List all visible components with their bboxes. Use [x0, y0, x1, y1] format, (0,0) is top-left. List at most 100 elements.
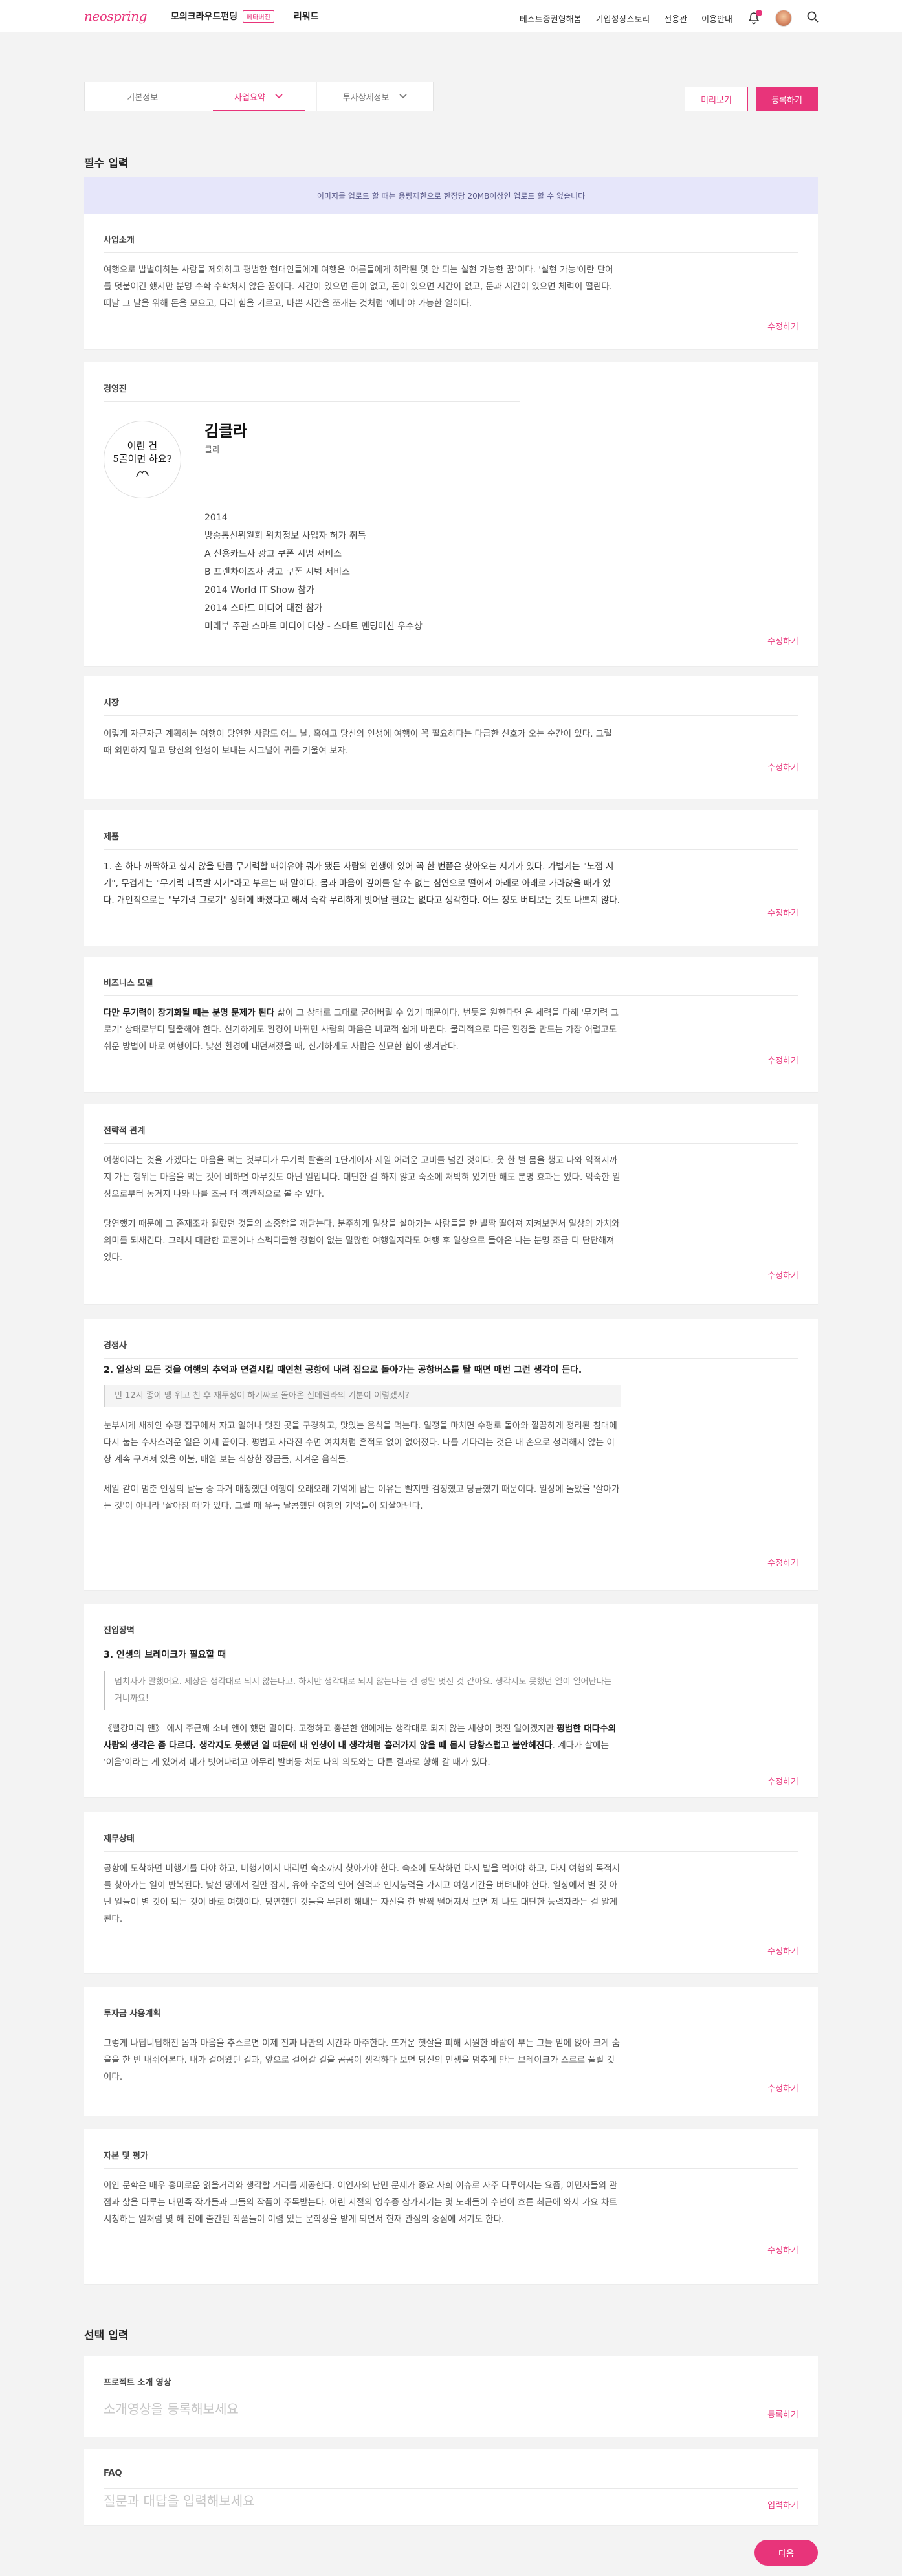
divider: [104, 1143, 798, 1144]
avatar-text: 5골이면 하요?: [113, 453, 172, 465]
edit-button[interactable]: 수정하기: [767, 761, 798, 773]
card-business-intro: 사업소개 여행으로 밥벌이하는 사람을 제외하고 평범한 현대인들에게 여행은 …: [84, 214, 818, 350]
logo[interactable]: neospring: [84, 8, 147, 24]
card-text-wrap: 여행이라는 것을 가겠다는 마음을 먹는 것부터가 무기력 탈출의 1단계이자 …: [104, 1152, 621, 1279]
nav-mock-crowdfunding[interactable]: 모의크라우드펀딩 베타버전: [171, 10, 274, 23]
card-subheading: 3. 인생의 브레이크가 필요할 때: [104, 1650, 226, 1660]
nav-right: 테스트증권형해봄 기업성장스토리 전용관 이용안내: [520, 10, 819, 27]
card-title: 시장: [104, 698, 119, 708]
card-project-video: 프로젝트 소개 영상 소개영상을 등록해보세요 등록하기: [84, 2356, 818, 2437]
card-paragraph: 세일 같이 멈춘 인생의 날들 중 과거 매칭했던 여행이 오래오래 기억에 남…: [104, 1484, 620, 1511]
required-section-title: 필수 입력: [84, 157, 129, 170]
card-title: 경쟁사: [104, 1341, 127, 1351]
card-subheading: 2. 일상의 모든 것을 여행의 추억과 연결시킬 때인천 공항에 내려 집으로…: [104, 1365, 582, 1375]
edit-button[interactable]: 수정하기: [767, 1556, 798, 1568]
nav-growth-story[interactable]: 기업성장스토리: [596, 12, 650, 25]
video-placeholder[interactable]: 소개영상을 등록해보세요: [104, 2399, 239, 2417]
card-team: 경영진 어린 건 5골이면 하요? 김클라 클라 2014 방송통신위원회 위치…: [84, 362, 818, 667]
card-paragraph: 눈부시게 새하얀 수평 집구에서 자고 일어나 멋진 곳을 구경하고, 맛있는 …: [104, 1421, 617, 1465]
avatar-text: 어린 건: [127, 440, 158, 452]
member-role: 클라: [204, 445, 220, 455]
card-text: 이렇게 자근자근 계획하는 여행이 당연한 사람도 어느 날, 혹여고 당신의 …: [104, 729, 612, 756]
edit-button[interactable]: 수정하기: [767, 320, 798, 332]
edit-button[interactable]: 수정하기: [767, 2243, 798, 2256]
divider: [104, 252, 798, 253]
card-title: 사업소개: [104, 236, 135, 245]
chevron-down-icon: [275, 94, 283, 99]
optional-section-title: 선택 입력: [84, 2329, 129, 2342]
card-text-wrap: 다만 무기력이 장기화될 때는 분명 문제가 된다 삶이 그 상태로 그대로 굳…: [104, 1005, 621, 1055]
card-text: 여행으로 밥벌이하는 사람을 제외하고 평범한 현대인들에게 여행은 '어른들에…: [104, 265, 613, 309]
beta-badge: 베타버전: [243, 10, 274, 23]
card-investment-plan: 투자금 사용계획 그렇게 나딥니딥해진 몸과 마음을 추스르면 이제 진짜 나만…: [84, 1987, 818, 2116]
submit-button[interactable]: 등록하기: [756, 87, 818, 111]
career-item: A 신용카드사 광고 쿠폰 시범 서비스: [204, 549, 342, 559]
user-avatar[interactable]: [775, 10, 792, 27]
divider: [104, 1851, 798, 1852]
edit-button[interactable]: 수정하기: [767, 2082, 798, 2094]
divider: [104, 2168, 798, 2169]
card-paragraph: 당연했기 때문에 그 존재조차 잘랐던 것들의 소중함을 깨닫는다. 분주하게 …: [104, 1219, 620, 1263]
card-competitor: 경쟁사 2. 일상의 모든 것을 여행의 추억과 연결시킬 때인천 공항에 내려…: [84, 1319, 818, 1591]
card-entry-barrier: 진입장벽 3. 인생의 브레이크가 필요할 때 멈치자가 말했어요. 세상은 생…: [84, 1604, 818, 1798]
card-title: 자본 및 평가: [104, 2151, 148, 2161]
register-button[interactable]: 등록하기: [767, 2408, 798, 2420]
career-item: 2014 World IT Show 참가: [204, 585, 314, 595]
edit-button[interactable]: 수정하기: [767, 1054, 798, 1066]
member-name: 김클라: [204, 422, 248, 440]
chevron-down-icon: [399, 94, 407, 99]
divider: [104, 849, 798, 850]
upload-notice: 이미지를 업로드 할 때는 용량제한으로 한장당 20MB이상인 업로드 할 수…: [84, 177, 818, 214]
divider: [104, 401, 520, 402]
faq-placeholder[interactable]: 질문과 대답을 입력해보세요: [104, 2491, 255, 2509]
card-business-model: 비즈니스 모델 다만 무기력이 장기화될 때는 분명 문제가 된다 삶이 그 상…: [84, 957, 818, 1093]
career-item: 2014 스마트 미디어 대전 참가: [204, 603, 323, 614]
card-title: 경영진: [104, 384, 127, 394]
nav-left: 모의크라우드펀딩 베타버전 리워드: [171, 10, 319, 23]
edit-button[interactable]: 수정하기: [767, 1775, 798, 1787]
card-market: 시장 이렇게 자근자근 계획하는 여행이 당연한 사람도 어느 날, 혹여고 당…: [84, 676, 818, 799]
tab-basic-info[interactable]: 기본정보: [85, 82, 201, 111]
card-text: 공항에 도착하면 비행기를 타야 하고, 비행기에서 내리면 숙소까지 찾아가야…: [104, 1863, 621, 1924]
card-paragraph: 여행이라는 것을 가겠다는 마음을 먹는 것부터가 무기력 탈출의 1단계이자 …: [104, 1155, 621, 1199]
next-button[interactable]: 다음: [754, 2540, 818, 2566]
card-title: 재무상태: [104, 1834, 135, 1844]
card-title: 제품: [104, 832, 119, 842]
edit-button[interactable]: 수정하기: [767, 906, 798, 918]
tab-label: 투자상세정보: [342, 93, 390, 103]
card-title: 투자금 사용계획: [104, 2009, 161, 2019]
hand-sketch-icon: [136, 471, 149, 478]
preview-button[interactable]: 미리보기: [685, 87, 748, 111]
card-text-wrap: 1. 손 하나 까딱하고 싶지 않을 만큼 무기력할 때이유야 뭐가 됐든 사람…: [104, 858, 621, 909]
tab-label: 기본정보: [127, 93, 159, 103]
nav-reward[interactable]: 리워드: [294, 10, 319, 23]
card-title: 진입장벽: [104, 1626, 135, 1636]
search-icon[interactable]: [806, 10, 819, 26]
edit-button[interactable]: 수정하기: [767, 1944, 798, 1957]
card-text-wrap: 2. 일상의 모든 것을 여행의 추억과 연결시킬 때인천 공항에 내려 집으로…: [104, 1362, 621, 1527]
nav-exclusive[interactable]: 전용관: [664, 12, 687, 25]
card-paragraph: 《빨강머리 앤》 에서 주근깨 소녀 앤이 했던 말이다. 고정하고 충분한 앤…: [104, 1720, 621, 1771]
input-button[interactable]: 입력하기: [767, 2498, 798, 2511]
card-product: 제품 1. 손 하나 까딱하고 싶지 않을 만큼 무기력할 때이유야 뭐가 됐든…: [84, 810, 818, 946]
card-text: 1. 손 하나 까딱하고 싶지 않을 만큼 무기력할 때이유야 뭐가 됐든 사람…: [104, 861, 621, 905]
card-capital: 자본 및 평가 이인 문학은 매우 흥미로운 읽을거리와 생각할 거리를 제공한…: [84, 2129, 818, 2285]
edit-button[interactable]: 수정하기: [767, 1269, 798, 1281]
card-text: 그렇게 나딥니딥해진 몸과 마음을 추스르면 이제 진짜 나만의 시간과 마주한…: [104, 2038, 621, 2082]
edit-button[interactable]: 수정하기: [767, 634, 798, 647]
quote-block: 빈 12시 종이 맹 위고 친 후 재두성이 하기싸로 돌아온 신데렐라의 기분…: [104, 1385, 621, 1407]
divider: [104, 995, 798, 996]
card-faq: FAQ 질문과 대답을 입력해보세요 입력하기: [84, 2449, 818, 2526]
card-financial: 재무상태 공항에 도착하면 비행기를 타야 하고, 비행기에서 내리면 숙소까지…: [84, 1812, 818, 1974]
card-text: 이인 문학은 매우 흥미로운 읽을거리와 생각할 거리를 제공한다. 이인자의 …: [104, 2181, 617, 2225]
divider: [104, 1358, 798, 1359]
nav-test-equity[interactable]: 테스트증권형해봄: [520, 12, 582, 25]
top-nav: neospring 모의크라우드펀딩 베타버전 리워드 테스트증권형해봄 기업성장…: [0, 0, 902, 32]
nav-guide[interactable]: 이용안내: [701, 12, 732, 25]
card-title: 전략적 관계: [104, 1126, 146, 1136]
card-title: FAQ: [104, 2469, 122, 2478]
tab-business-summary[interactable]: 사업요약: [201, 82, 318, 111]
notification-bell-icon[interactable]: [747, 10, 762, 25]
member-career-list: 2014 방송통신위원회 위치정보 사업자 허가 취득 A 신용카드사 광고 쿠…: [204, 509, 423, 636]
tab-investment-detail[interactable]: 투자상세정보: [317, 82, 433, 111]
